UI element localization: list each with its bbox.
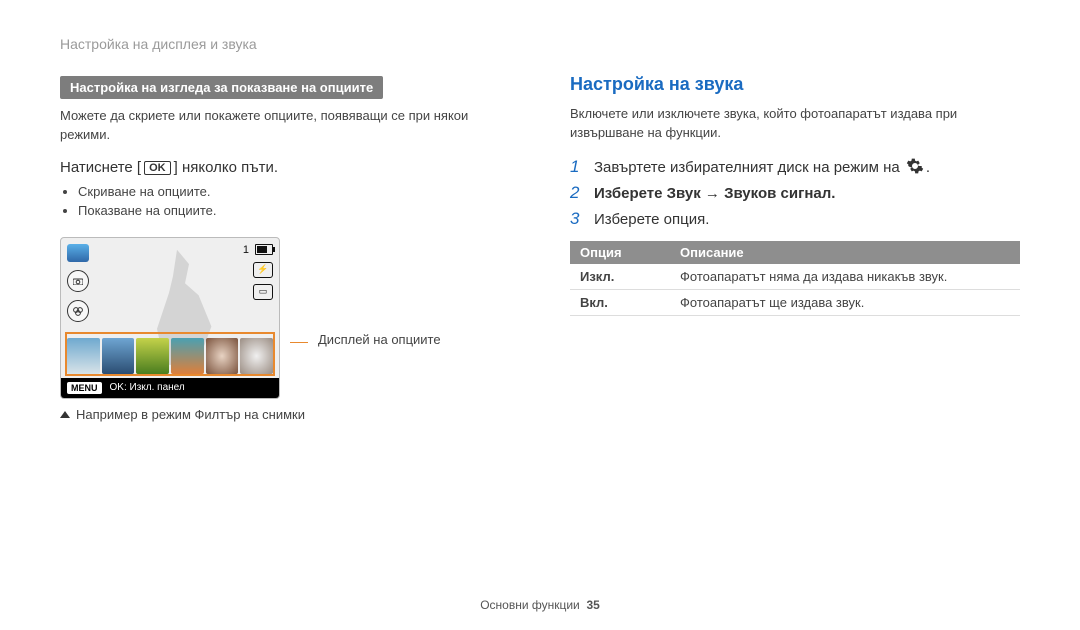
sound-heading: Настройка на звука — [570, 74, 1020, 95]
effects-icon — [67, 300, 89, 322]
display-caption: Например в режим Филтър на снимки — [60, 407, 510, 422]
table-row: Изкл. Фотоапаратът няма да издава никакъ… — [570, 264, 1020, 290]
bullet: Скриване на опциите. — [78, 182, 510, 202]
bottom-bar-text: OK: Изкл. панел — [110, 382, 185, 393]
step: 1 Завъртете избирателният диск на режим … — [570, 157, 1020, 177]
footer: Основни функции 35 — [0, 598, 1080, 612]
scene-icon — [67, 244, 89, 262]
camera-display-preview: 1 ⚡ ▭ — [60, 237, 280, 399]
flash-off-icon: ⚡ — [253, 262, 273, 278]
filter-thumb — [67, 338, 100, 374]
gear-icon — [906, 157, 924, 175]
effects-glyph-icon — [73, 306, 83, 316]
filter-thumbnails-strip — [67, 338, 273, 374]
caption-text: Например в режим Филтър на снимки — [76, 407, 305, 422]
count-badge: 1 — [243, 244, 249, 256]
display-right-icons: 1 ⚡ ▭ — [243, 244, 273, 300]
option-cell: Изкл. — [570, 264, 670, 290]
left-subheading-bar: Настройка на изгледа за показване на опц… — [60, 76, 383, 99]
desc-cell: Фотоапаратът няма да издава никакъв звук… — [670, 264, 1020, 290]
leader-line — [290, 342, 308, 343]
page: Настройка на дисплея и звука Настройка н… — [0, 0, 1080, 630]
table-row: Вкл. Фотоапаратът ще издава звук. — [570, 289, 1020, 315]
filter-thumb — [240, 338, 273, 374]
step-text-inner: Завъртете избирателният диск на режим на — [594, 159, 904, 176]
camera-icon — [67, 270, 89, 292]
step-number: 3 — [570, 209, 584, 229]
step-number: 1 — [570, 157, 584, 177]
leader-label: Дисплей на опциите — [318, 332, 441, 347]
filter-thumb — [102, 338, 135, 374]
left-intro: Можете да скриете или покажете опциите, … — [60, 107, 510, 145]
two-column-layout: Настройка на изгледа за показване на опц… — [60, 76, 1020, 422]
options-table: Опция Описание Изкл. Фотоапаратът няма д… — [570, 241, 1020, 316]
battery-icon — [255, 244, 273, 255]
left-column: Настройка на изгледа за показване на опц… — [60, 76, 510, 422]
sound-intro: Включете или изключете звука, който фото… — [570, 105, 1020, 143]
running-header: Настройка на дисплея и звука — [60, 36, 1020, 52]
filter-thumb — [136, 338, 169, 374]
hide-show-bullets: Скриване на опциите. Показване на опциит… — [60, 182, 510, 221]
image-size-icon: ▭ — [253, 284, 273, 300]
footer-text: Основни функции — [480, 598, 580, 612]
display-bottom-bar: MENU OK: Изкл. панел — [61, 378, 279, 398]
camera-glyph-icon — [73, 277, 83, 285]
display-left-icons — [67, 244, 89, 322]
table-header-row: Опция Описание — [570, 241, 1020, 264]
option-cell: Вкл. — [570, 289, 670, 315]
menu-button-label: MENU — [67, 382, 102, 394]
press-prefix: Натиснете [ — [60, 159, 141, 176]
step-text: Завъртете избирателният диск на режим на… — [594, 157, 930, 176]
sound-steps: 1 Завъртете избирателният диск на режим … — [570, 157, 1020, 229]
step-text: Изберете Звук → Звуков сигнал. — [594, 185, 835, 202]
step: 2 Изберете Звук → Звуков сигнал. — [570, 183, 1020, 203]
step: 3 Изберете опция. — [570, 209, 1020, 229]
step-suffix: . — [926, 159, 930, 176]
step-text: Изберете опция. — [594, 211, 709, 228]
filter-thumb — [206, 338, 239, 374]
step-number: 2 — [570, 183, 584, 203]
bullet: Показване на опциите. — [78, 201, 510, 221]
filter-thumb — [171, 338, 204, 374]
press-suffix: ] няколко пъти. — [174, 159, 278, 176]
ok-key-icon: OK — [144, 161, 171, 175]
triangle-up-icon — [60, 411, 70, 418]
desc-cell: Фотоапаратът ще издава звук. — [670, 289, 1020, 315]
right-column: Настройка на звука Включете или изключет… — [570, 76, 1020, 422]
press-instruction: Натиснете [OK] няколко пъти. — [60, 159, 510, 176]
table-header: Опция — [570, 241, 670, 264]
display-with-leader: 1 ⚡ ▭ — [60, 237, 510, 399]
table-header: Описание — [670, 241, 1020, 264]
page-number: 35 — [586, 598, 599, 612]
